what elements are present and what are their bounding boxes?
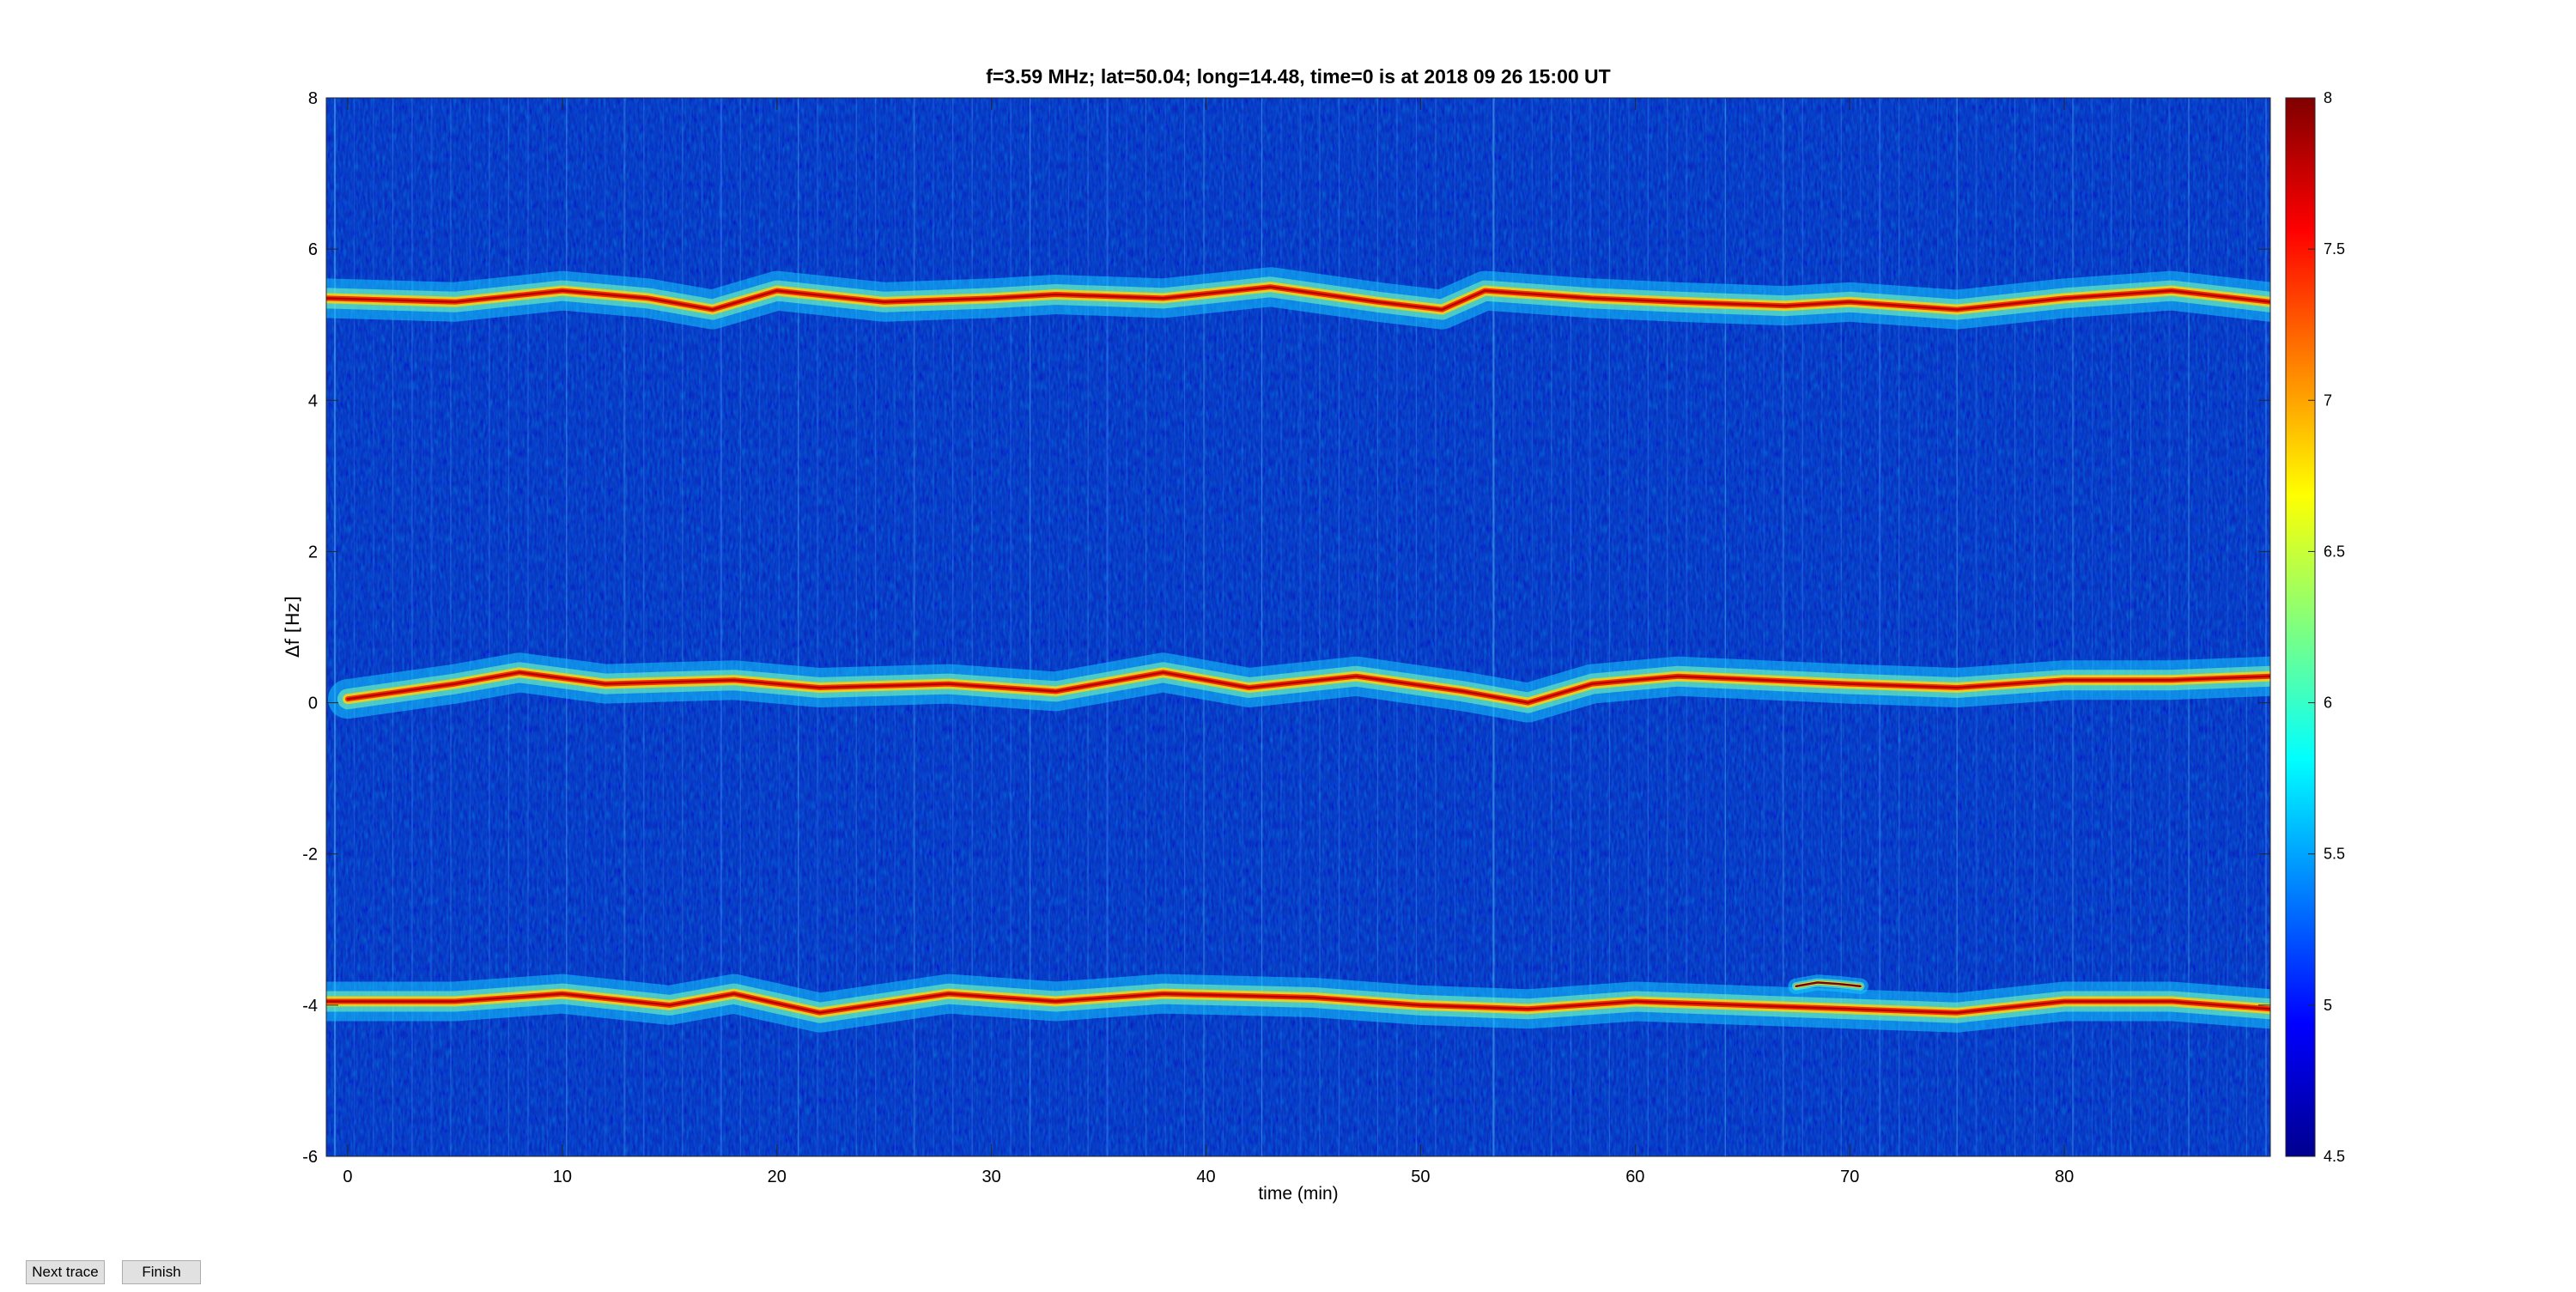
y-tick-label: 4 (308, 391, 318, 410)
colorbar-tick-label: 5.5 (2324, 846, 2345, 863)
x-tick-label: 60 (1625, 1168, 1644, 1186)
x-tick-label: 50 (1411, 1168, 1430, 1186)
colorbar-tick-label: 5 (2324, 997, 2332, 1014)
x-tick-label: 70 (1840, 1168, 1859, 1186)
x-tick-label: 20 (768, 1168, 787, 1186)
finish-button[interactable]: Finish (122, 1260, 201, 1284)
colorbar-tick-label: 7.5 (2324, 240, 2345, 258)
y-tick-label: -6 (302, 1148, 318, 1167)
colorbar-tick-label: 6 (2324, 695, 2332, 712)
x-tick-label: 0 (343, 1168, 352, 1186)
colorbar-tick-label: 6.5 (2324, 543, 2345, 560)
x-tick-label: 30 (982, 1168, 1001, 1186)
y-tick-label: 8 (308, 89, 318, 108)
x-tick-label: 40 (1196, 1168, 1215, 1186)
x-tick-label: 80 (2055, 1168, 2074, 1186)
colorbar (2285, 97, 2316, 1157)
y-tick-label: 2 (308, 543, 318, 561)
x-axis-label: time (min) (1258, 1184, 1338, 1204)
y-axis-label: Δf [Hz] (283, 596, 303, 658)
y-tick-label: -2 (302, 846, 318, 864)
y-tick-label: 0 (308, 695, 318, 713)
colorbar-tick-label: 7 (2324, 391, 2332, 409)
next-trace-button[interactable]: Next trace (26, 1260, 105, 1284)
x-tick-label: 10 (553, 1168, 572, 1186)
y-tick-label: 6 (308, 240, 318, 259)
colorbar-tick-label: 4.5 (2324, 1148, 2345, 1165)
spectrogram-chart: 0 10 20 30 40 50 60 70 80 -6 -4 -2 0 2 4 6 8 time (min)… (283, 89, 2345, 1204)
colorbar-tick-label: 8 (2324, 89, 2332, 106)
y-tick-label: -4 (302, 997, 318, 1016)
